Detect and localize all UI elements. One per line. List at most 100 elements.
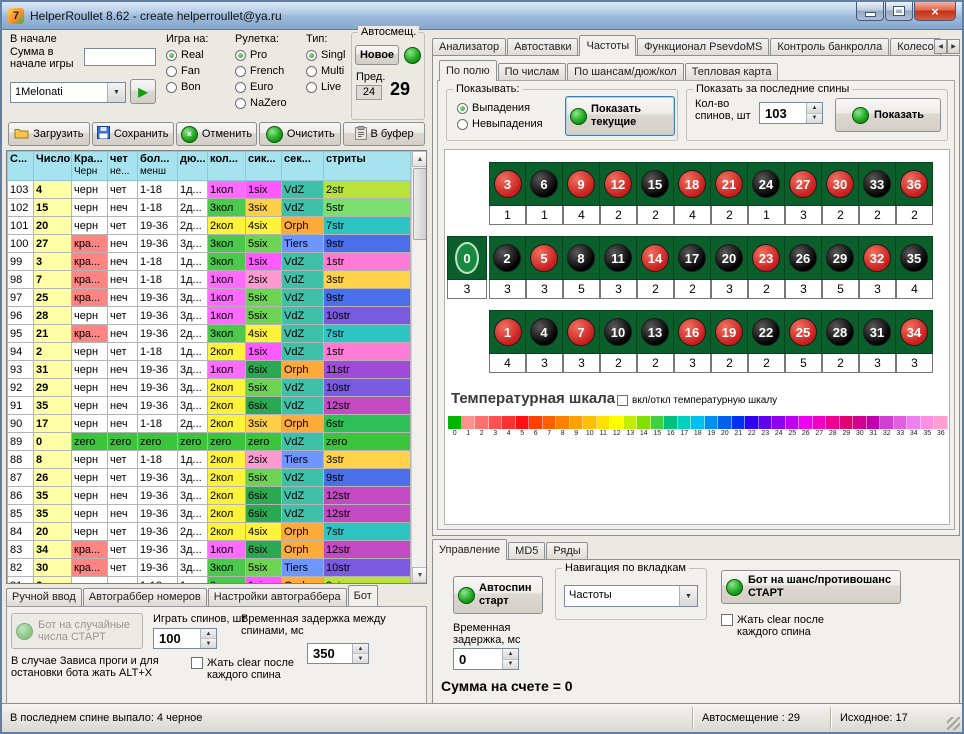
table-row[interactable]: 9725кра...неч19-363д...1кол5sixVdZ9str [8, 289, 411, 307]
spins-count-spinner[interactable]: 100 ▲▼ [153, 628, 217, 649]
tab-md5[interactable]: MD5 [508, 542, 545, 560]
close-button[interactable]: × [914, 2, 956, 21]
subtab-по-числам[interactable]: По числам [498, 63, 567, 81]
random-bot-start-button[interactable]: Бот на случайные числа СТАРТ [11, 613, 143, 649]
table-row[interactable]: 8334кра...чет19-363д...1кол6sixOrph12str [8, 541, 411, 559]
radio-roulette-nazero[interactable]: NaZero [235, 95, 287, 111]
tab-автограббер-номеров[interactable]: Автограббер номеров [83, 588, 207, 606]
tab-scroll-left-icon[interactable]: ◀ [934, 39, 947, 54]
tab-автоставки[interactable]: Автоставки [507, 38, 578, 56]
scrollbar-thumb[interactable] [413, 168, 427, 240]
spin-count-spinner[interactable]: 103 ▲▼ [759, 102, 823, 124]
clear-after-spin-checkbox[interactable]: Жать clear после каждого спина [721, 614, 853, 638]
play-button[interactable]: ▶ [130, 79, 156, 104]
radio-show-невыпадения[interactable]: Невыпадения [457, 116, 543, 132]
radio-game-real[interactable]: Real [166, 47, 204, 63]
spinner-down-icon[interactable]: ▼ [353, 654, 368, 663]
table-row[interactable]: 888чернчет1-181д...2кол2sixTiers3str [8, 451, 411, 469]
table-row[interactable]: 10027кра...неч19-363д...3кол5sixTiers9st… [8, 235, 411, 253]
autospin-start-button[interactable]: Автоспин старт [453, 576, 543, 614]
radio-type-live[interactable]: Live [306, 79, 345, 95]
board-number-23: 23 [752, 244, 780, 272]
tab-navigation-select[interactable]: Частоты ▼ [564, 585, 698, 607]
scale-number: 11 [597, 429, 611, 438]
table-row[interactable]: 890zerozerozerozerozerozeroVdZzero [8, 433, 411, 451]
spin-delay-spinner[interactable]: 350 ▲▼ [307, 643, 369, 664]
radio-game-bon[interactable]: Bon [166, 79, 204, 95]
radio-roulette-pro[interactable]: Pro [235, 47, 287, 63]
table-row[interactable]: 1034чернчет1-181д...1кол1sixVdZ2str [8, 181, 411, 199]
radio-roulette-french[interactable]: French [235, 63, 287, 79]
tab-ручной-ввод[interactable]: Ручной ввод [6, 588, 82, 606]
table-row[interactable]: 8726чернчет19-363д...2кол5sixVdZ9str [8, 469, 411, 487]
table-row[interactable]: 942чернчет1-181д...2кол1sixVdZ1str [8, 343, 411, 361]
chevron-down-icon[interactable]: ▼ [107, 83, 125, 102]
spinner-down-icon[interactable]: ▼ [503, 660, 518, 670]
maximize-button[interactable] [885, 2, 913, 21]
tab-настройки-автограббера[interactable]: Настройки автограббера [208, 588, 347, 606]
spinner-up-icon[interactable]: ▲ [353, 644, 368, 654]
table-row[interactable]: 10120чернчет19-362д...2кол4sixOrph7str [8, 217, 411, 235]
table-row[interactable]: 8230кра...чет19-363д...3кол5sixTiers10st… [8, 559, 411, 577]
tab-частоты[interactable]: Частоты [579, 35, 636, 56]
show-current-button[interactable]: Показать текущие [565, 96, 675, 136]
table-row[interactable]: 8420чернчет19-362д...2кол4sixOrph7str [8, 523, 411, 541]
radio-show-выпадения[interactable]: Выпадения [457, 100, 543, 116]
spinner-down-icon[interactable]: ▼ [807, 114, 822, 124]
tab-анализатор[interactable]: Анализатор [432, 38, 506, 56]
table-row[interactable]: 993кра...неч1-181д...3кол1sixVdZ1str [8, 253, 411, 271]
scroll-up-icon[interactable]: ▲ [412, 151, 427, 167]
загрузить-button[interactable]: Загрузить [8, 122, 90, 146]
temperature-scale-checkbox[interactable]: вкл/откл температурную шкалу [617, 395, 777, 407]
table-row[interactable]: 10215черннеч1-182д...3кол3sixVdZ5str [8, 199, 411, 217]
spinner-arrows[interactable]: ▲▼ [502, 649, 518, 669]
radio-game-fan[interactable]: Fan [166, 63, 204, 79]
delay-spinner[interactable]: 0 ▲▼ [453, 648, 519, 670]
spinner-up-icon[interactable]: ▲ [201, 629, 216, 639]
table-row[interactable]: 9521кра...неч19-362д...3кол4sixVdZ7str [8, 325, 411, 343]
tab-функционал-psevdoms[interactable]: Функционал PsevdoMS [637, 38, 769, 56]
в-буфер-button[interactable]: В буфер [343, 122, 425, 146]
spinner-arrows[interactable]: ▲▼ [200, 629, 216, 648]
minimize-button[interactable] [856, 2, 884, 21]
new-shift-button[interactable]: Новое [355, 45, 399, 65]
chevron-down-icon[interactable]: ▼ [679, 586, 697, 606]
spinner-up-icon[interactable]: ▲ [807, 103, 822, 114]
spinner-arrows[interactable]: ▲▼ [806, 103, 822, 123]
subtab-по-полю[interactable]: По полю [439, 60, 497, 81]
clear-after-spin-checkbox[interactable]: Жать clear после каждого спина [191, 657, 307, 681]
table-row[interactable]: 9229черннеч19-363д...2кол5sixVdZ10str [8, 379, 411, 397]
scroll-down-icon[interactable]: ▼ [412, 567, 427, 583]
tab-бот[interactable]: Бот [348, 585, 378, 606]
table-row[interactable]: 9331черннеч19-363д...1кол6sixOrph11str [8, 361, 411, 379]
tab-scroll-right-icon[interactable]: ▶ [947, 39, 960, 54]
subtab-по-шансам-дюж-кол[interactable]: По шансам/дюж/кол [567, 63, 684, 81]
radio-type-singl[interactable]: Singl [306, 47, 345, 63]
radio-type-multi[interactable]: Multi [306, 63, 345, 79]
title-bar[interactable]: 7 HelperRoullet 8.62 - create helperroul… [2, 2, 962, 30]
table-scrollbar[interactable]: ▲ ▼ [411, 151, 427, 583]
subtab-тепловая-карта[interactable]: Тепловая карта [685, 63, 779, 81]
table-row[interactable]: 8635черннеч19-363д...2кол6sixVdZ12str [8, 487, 411, 505]
сохранить-button[interactable]: Сохранить [92, 122, 174, 146]
очистить-button[interactable]: Очистить [259, 122, 341, 146]
spinner-arrows[interactable]: ▲▼ [352, 644, 368, 663]
отменить-button[interactable]: ×Отменить [176, 122, 258, 146]
table-row[interactable]: 9017черннеч1-182д...2кол3sixOrph6str [8, 415, 411, 433]
spinner-up-icon[interactable]: ▲ [503, 649, 518, 660]
radio-roulette-euro[interactable]: Euro [235, 79, 287, 95]
preset-select[interactable]: 1Melonati ▼ [10, 82, 126, 103]
tab-ряды[interactable]: Ряды [546, 542, 587, 560]
spinner-down-icon[interactable]: ▼ [201, 639, 216, 648]
tab-управление[interactable]: Управление [432, 539, 507, 560]
start-sum-input[interactable] [84, 48, 156, 66]
resize-grip-icon[interactable] [947, 717, 960, 730]
table-row[interactable]: 8535черннеч19-363д...2кол6sixVdZ12str [8, 505, 411, 523]
table-row[interactable]: 816чернчет1-181д...3кол1sixOrph2str [8, 577, 411, 585]
tab-контроль-банкролла[interactable]: Контроль банкролла [770, 38, 889, 56]
show-last-button[interactable]: Показать [835, 98, 941, 132]
chance-bot-start-button[interactable]: Бот на шанс/противошанс СТАРТ [721, 570, 901, 604]
table-row[interactable]: 9135черннеч19-363д...2кол6sixVdZ12str [8, 397, 411, 415]
table-row[interactable]: 987кра...неч1-181д...1кол2sixVdZ3str [8, 271, 411, 289]
table-row[interactable]: 9628чернчет19-363д...1кол5sixVdZ10str [8, 307, 411, 325]
